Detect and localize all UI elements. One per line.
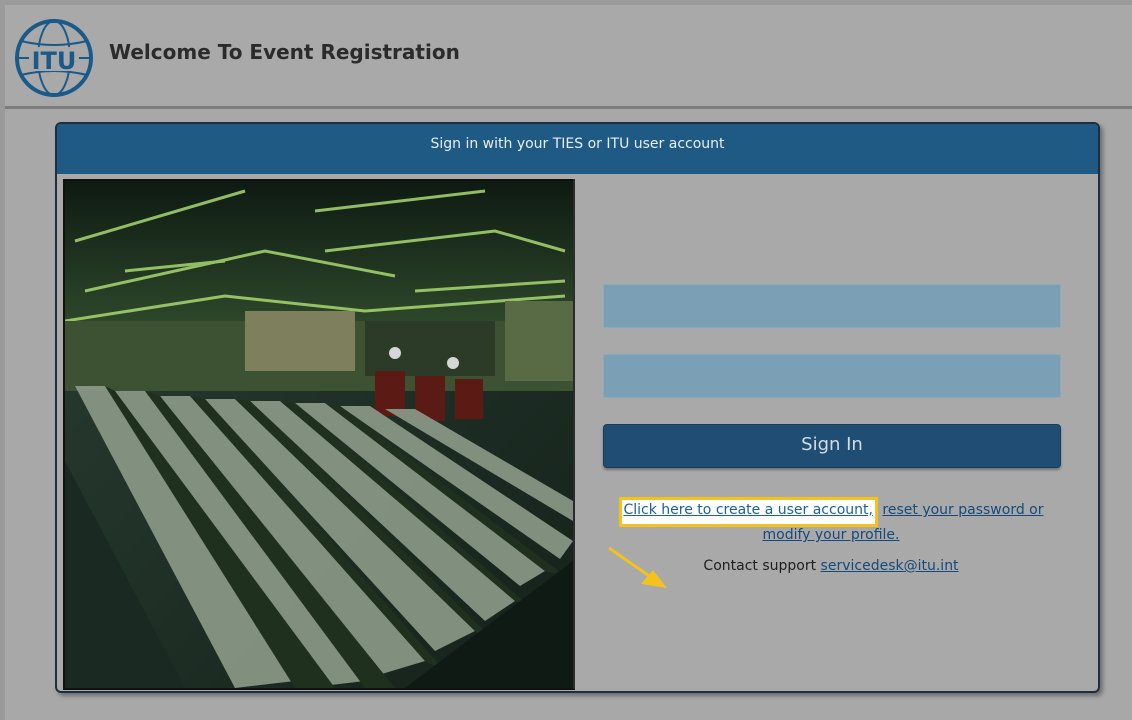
username-field[interactable]: [603, 284, 1061, 328]
conference-hall-image: [63, 179, 575, 690]
account-links: Click here to create a user account, res…: [603, 497, 1059, 543]
support-email-link[interactable]: servicedesk@itu.int: [821, 558, 959, 574]
page-header: ITU Welcome To Event Registration: [5, 5, 1132, 109]
page-title: Welcome To Event Registration: [109, 40, 460, 64]
pointer-arrow-icon: [608, 546, 667, 588]
create-account-highlight: Click here to create a user account,: [618, 497, 878, 527]
create-account-link[interactable]: Click here to create a user account,: [624, 502, 873, 518]
sign-in-button[interactable]: Sign In: [603, 424, 1061, 468]
contact-label: Contact support: [703, 558, 817, 574]
panel-divider: [573, 179, 575, 689]
login-panel: Sign in with your TIES or ITU user accou…: [55, 122, 1100, 693]
logo-text: ITU: [32, 47, 77, 75]
panel-heading: Sign in with your TIES or ITU user accou…: [57, 124, 1098, 174]
password-field[interactable]: [603, 354, 1061, 398]
page-frame: ITU Welcome To Event Registration Sign i…: [5, 5, 1132, 720]
itu-logo: ITU: [15, 19, 93, 97]
